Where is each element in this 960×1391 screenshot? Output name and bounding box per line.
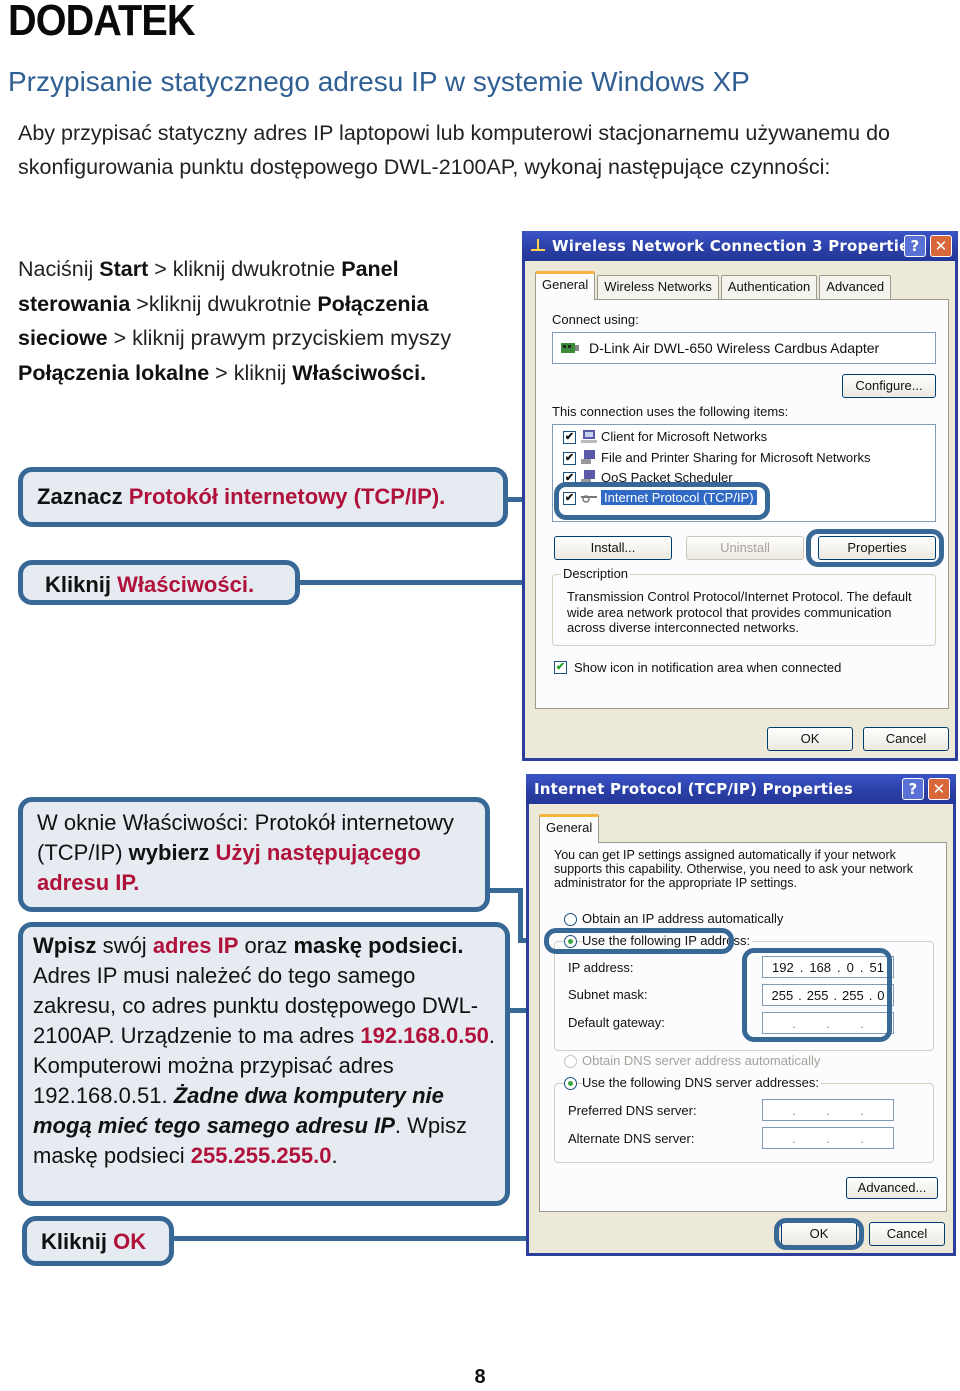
highlight-tcpip-item [554,482,770,520]
advanced-button[interactable]: Advanced... [846,1177,938,1199]
step-text: >kliknij dwukrotnie [130,291,318,316]
preferred-dns-field[interactable]: ... [762,1099,894,1121]
description-text: Transmission Control Protocol/Internet P… [567,589,912,635]
dialog-title: Wireless Network Connection 3 Properties [552,237,919,255]
cancel-button[interactable]: Cancel [869,1222,945,1246]
callout-highlight: OK [113,1229,147,1254]
client-icon [581,430,597,443]
dns-group [554,1083,934,1163]
subnet-mask-label: Subnet mask: [568,987,648,1002]
tab-bar: General Wireless Networks Authentication… [535,271,893,300]
step-bold: Start [99,257,149,281]
file-sharing-icon [581,450,595,464]
page-title: DODATEK [8,0,195,45]
intro-paragraph: Aby przypisać statyczny adres IP laptopo… [18,121,890,179]
description-label: Description [561,566,631,581]
callout-highlight: 255.255.255.0 [190,1143,332,1168]
callout-bold: Wpisz [33,933,97,958]
steps-paragraph: Naciśnij Start > kliknij dwukrotnie Pane… [18,252,508,390]
section-title: Przypisanie statycznego adresu IP w syst… [8,66,750,97]
callout-click-ok: Kliknij OK [22,1216,174,1266]
step-text: Naciśnij [18,257,100,281]
callout-highlight: Właściwości. [117,572,255,597]
ip-address-label: IP address: [568,960,634,975]
connector-line [518,888,523,942]
highlight-properties-button [806,529,944,567]
obtain-ip-radio[interactable] [564,913,577,926]
tab-general[interactable]: General [539,814,600,843]
item-label[interactable]: File and Printer Sharing for Microsoft N… [601,450,870,465]
dialog-title-bar[interactable]: Wireless Network Connection 3 Properties… [522,231,958,261]
item-checkbox[interactable]: ✔ [563,452,576,465]
network-icon [531,239,545,251]
install-button[interactable]: Install... [554,536,672,560]
alternate-dns-field[interactable]: ... [762,1127,894,1149]
help-button[interactable]: ? [902,778,924,800]
callout-highlight: Protokół internetowy (TCP/IP). [128,484,446,509]
step-text: > kliknij dwukrotnie [148,257,342,281]
callout-enter-ip: Wpisz swój adres IP oraz maskę podsieci.… [18,922,510,1206]
callout-use-ip: W oknie Właściwości: Protokół internetow… [18,797,490,912]
callout-bold: maskę podsieci. [293,933,464,958]
callout-select-tcpip: Zaznacz Protokół internetowy (TCP/IP). [18,467,508,527]
close-button[interactable]: ✕ [930,235,952,257]
item-label[interactable]: Client for Microsoft Networks [601,429,767,444]
close-button[interactable]: ✕ [928,778,950,800]
alternate-dns-label: Alternate DNS server: [568,1131,695,1146]
callout-text: swój [96,933,153,958]
use-dns-radio[interactable] [564,1077,577,1090]
uninstall-button: Uninstall [686,536,804,560]
show-icon-checkbox[interactable]: ✔ [554,661,567,674]
tab-advanced[interactable]: Advanced [819,275,892,299]
dialog-title-bar[interactable]: Internet Protocol (TCP/IP) Properties ? … [526,774,956,804]
help-button[interactable]: ? [904,235,926,257]
adapter-field: D-Link Air DWL-650 Wireless Cardbus Adap… [552,332,936,364]
callout-highlight: 192.168.0.50 [360,1023,489,1048]
items-label: This connection uses the following items… [552,404,789,419]
callout-click-properties: Kliknij Właściwości. [18,560,300,605]
tab-bar: General [539,814,601,843]
highlight-ip-fields [742,948,892,1042]
info-text: You can get IP settings assigned automat… [554,848,913,890]
show-icon-label[interactable]: Show icon in notification area when conn… [574,660,841,675]
use-dns-label[interactable]: Use the following DNS server addresses: [582,1075,821,1090]
network-card-icon [561,343,579,353]
callout-text: Kliknij [45,572,118,597]
step-bold: Właściwości. [292,360,427,385]
callout-bold: wybierz [128,840,216,865]
tab-wireless-networks[interactable]: Wireless Networks [597,275,719,299]
highlight-ok-button [774,1218,864,1250]
adapter-name: D-Link Air DWL-650 Wireless Cardbus Adap… [589,340,880,356]
page-number: 8 [474,1366,486,1388]
obtain-dns-radio [564,1055,577,1068]
obtain-dns-label: Obtain DNS server address automatically [582,1053,821,1068]
step-bold: Połączenia lokalne [18,360,210,385]
callout-text: oraz [238,933,294,958]
connect-using-label: Connect using: [552,312,639,327]
ok-button[interactable]: OK [767,727,853,751]
cancel-button[interactable]: Cancel [863,727,949,751]
callout-text: . [331,1143,338,1168]
callout-highlight: adres IP [152,933,239,958]
callout-text: Kliknij [41,1229,114,1254]
tab-general[interactable]: General [535,271,596,300]
step-text: > kliknij [209,360,293,385]
item-checkbox[interactable]: ✔ [563,431,576,444]
step-text: > kliknij prawym przyciskiem myszy [107,326,452,350]
obtain-ip-label[interactable]: Obtain an IP address automatically [582,911,783,926]
preferred-dns-label: Preferred DNS server: [568,1103,697,1118]
highlight-use-ip-radio [544,928,734,954]
configure-button[interactable]: Configure... [842,374,936,398]
tab-authentication[interactable]: Authentication [720,275,818,299]
dialog-title: Internet Protocol (TCP/IP) Properties [534,780,854,798]
callout-text: Zaznacz [37,484,129,509]
description-group: Description Transmission Control Protoco… [552,566,936,646]
default-gateway-label: Default gateway: [568,1015,665,1030]
